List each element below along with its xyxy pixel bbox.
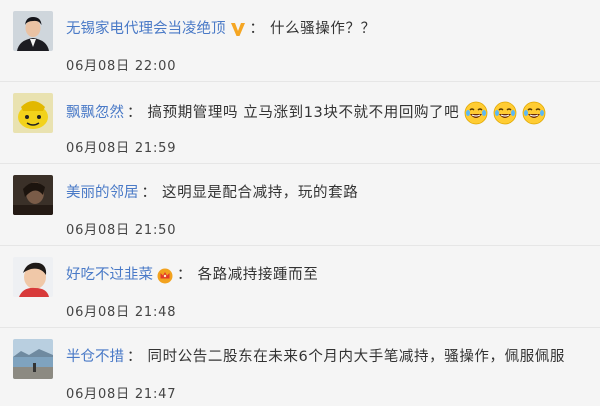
username-link[interactable]: 无锡家电代理会当凌绝顶	[66, 19, 226, 39]
avatar-seaside-photo-icon	[13, 339, 53, 379]
separator: ：	[127, 349, 142, 365]
timestamp: 06月08日 22:00	[66, 59, 177, 74]
avatar-man-suit-icon	[13, 11, 53, 51]
comment-text: 这明显是配合减持，玩的套路	[162, 185, 359, 201]
avatar[interactable]	[13, 93, 53, 133]
timestamp: 06月08日 21:48	[66, 305, 177, 320]
username-link[interactable]: 半仓不措	[66, 347, 124, 367]
avatar-yellow-cartoon-icon	[13, 93, 53, 133]
comment-text: 各路减持接踵而至	[197, 267, 319, 283]
avatar-dark-photo-icon	[13, 175, 53, 215]
laughing-tears-emoji-icon	[493, 101, 517, 125]
separator: ：	[249, 21, 265, 37]
timestamp: 06月08日 21:50	[66, 223, 177, 238]
avatar[interactable]	[13, 339, 53, 379]
separator: ：	[141, 185, 157, 201]
timestamp: 06月08日 21:59	[66, 141, 177, 156]
comment-text: 同时公告二股东在未来6个月内大手笔减持，骚操作，佩服佩服	[147, 349, 566, 365]
comment-item: 美丽的邻居 ： 这明显是配合减持，玩的套路 06月08日 21:50	[0, 164, 600, 246]
username-link[interactable]: 美丽的邻居	[66, 183, 139, 203]
comment-item: 无锡家电代理会当凌绝顶 ： 什么骚操作？？ 06月08日 22:00	[0, 0, 600, 82]
separator: ：	[177, 267, 192, 283]
separator: ：	[127, 105, 142, 121]
avatar-child-photo-icon	[13, 257, 53, 297]
comment-text: 什么骚操作？？	[270, 21, 376, 37]
comment-text: 搞预期管理吗 立马涨到13块不就不用回购了吧	[147, 105, 460, 121]
avatar[interactable]	[13, 175, 53, 215]
comment-item: 好吃不过韭菜 ： 各路减持接踵而至 06月08日 21:48	[0, 246, 600, 328]
laughing-tears-emoji-icon	[464, 101, 488, 125]
timestamp: 06月08日 21:47	[66, 387, 177, 402]
avatar[interactable]	[13, 11, 53, 51]
crown-badge-icon	[156, 266, 174, 284]
avatar[interactable]	[13, 257, 53, 297]
comment-item: 半仓不措 ： 同时公告二股东在未来6个月内大手笔减持，骚操作，佩服佩服 06月0…	[0, 328, 600, 406]
username-link[interactable]: 飘飘忽然	[66, 103, 124, 123]
comment-item: 飘飘忽然 ： 搞预期管理吗 立马涨到13块不就不用回购了吧 06月08日 21:…	[0, 82, 600, 164]
laughing-tears-emoji-icon	[522, 101, 546, 125]
username-link[interactable]: 好吃不过韭菜	[66, 265, 153, 285]
verified-v-icon	[229, 20, 247, 38]
